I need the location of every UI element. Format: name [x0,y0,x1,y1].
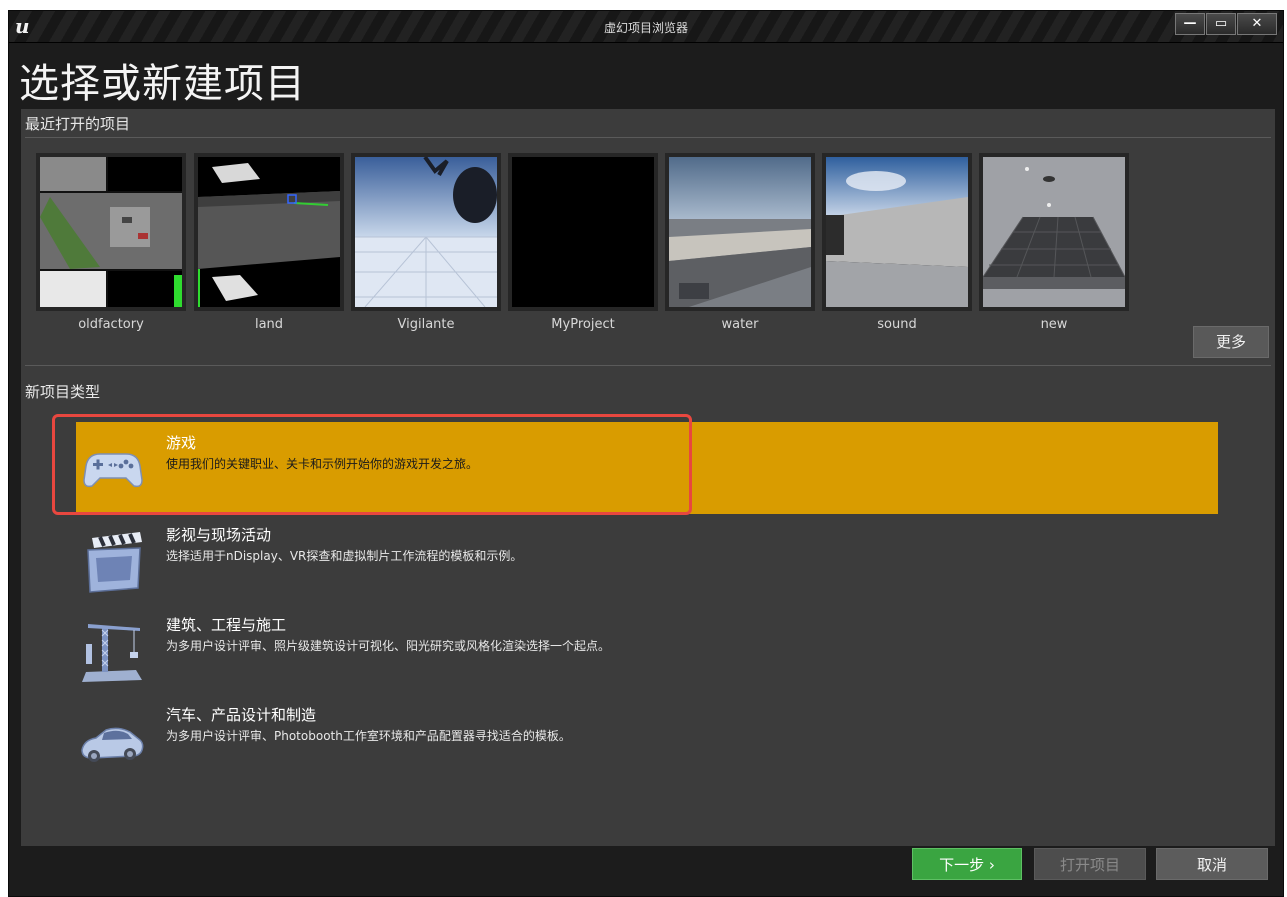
project-browser-window: u 虚幻项目浏览器 — ▭ ✕ 选择或新建项目 最近打开的项目 oldfacto… [8,10,1284,897]
divider [25,365,1271,366]
main-panel: 最近打开的项目 oldfactory land Vigilante MyProj… [21,109,1275,846]
project-type-title: 影视与现场活动 [166,526,272,544]
recent-projects-label: 最近打开的项目 [25,115,131,133]
project-name: new [1040,317,1068,332]
car-icon [78,706,148,776]
project-thumb-land[interactable]: land [194,153,344,332]
project-type-description: 为多用户设计评审、Photobooth工作室环境和产品配置器寻找适合的模板。 [166,729,571,743]
project-name: MyProject [551,317,615,332]
project-type-description: 为多用户设计评审、照片级建筑设计可视化、阳光研究或风格化渲染选择一个起点。 [166,639,611,653]
project-thumbnail-image [665,153,815,311]
project-thumbnail-image [979,153,1129,311]
window-controls: — ▭ ✕ [1174,13,1277,35]
cancel-button[interactable]: 取消 [1156,848,1268,880]
page-title: 选择或新建项目 [19,61,306,107]
close-button[interactable]: ✕ [1237,13,1277,35]
project-thumb-myproject[interactable]: MyProject [508,153,658,332]
project-type-title: 汽车、产品设计和制造 [166,706,317,724]
selection-highlight-box [52,414,692,515]
project-name: sound [877,317,917,332]
project-thumb-oldfactory[interactable]: oldfactory [36,153,186,332]
minimize-button[interactable]: — [1175,13,1205,35]
project-type-architecture[interactable]: 建筑、工程与施工 为多用户设计评审、照片级建筑设计可视化、阳光研究或风格化渲染选… [76,604,1218,694]
project-thumb-sound[interactable]: sound [822,153,972,332]
project-type-description: 选择适用于nDisplay、VR探查和虚拟制片工作流程的模板和示例。 [166,549,523,563]
open-project-button[interactable]: 打开项目 [1034,848,1146,880]
project-thumbnail-image [194,153,344,311]
project-thumb-vigilante[interactable]: Vigilante [351,153,501,332]
divider [25,137,1271,138]
project-thumbnail-image [508,153,658,311]
project-name: water [721,317,759,332]
project-thumbnail-image [822,153,972,311]
project-name: Vigilante [397,317,455,332]
project-name: land [254,317,284,332]
maximize-button[interactable]: ▭ [1206,13,1236,35]
project-thumb-water[interactable]: water [665,153,815,332]
title-bar[interactable]: u 虚幻项目浏览器 — ▭ ✕ [9,11,1283,43]
new-project-types-label: 新项目类型 [25,383,101,401]
more-projects-button[interactable]: 更多 [1193,326,1269,358]
window-title: 虚幻项目浏览器 [603,21,688,35]
project-thumbnail-image [351,153,501,311]
clapperboard-icon [78,526,148,596]
project-name: oldfactory [78,317,144,332]
project-type-automotive[interactable]: 汽车、产品设计和制造 为多用户设计评审、Photobooth工作室环境和产品配置… [76,694,1218,784]
crane-icon [78,616,148,686]
project-type-film-live-events[interactable]: 影视与现场活动 选择适用于nDisplay、VR探查和虚拟制片工作流程的模板和示… [76,514,1218,604]
next-button[interactable]: 下一步 › [912,848,1022,880]
project-thumb-new[interactable]: new [979,153,1129,332]
project-type-title: 建筑、工程与施工 [166,616,287,634]
project-thumbnail-image [36,153,186,311]
